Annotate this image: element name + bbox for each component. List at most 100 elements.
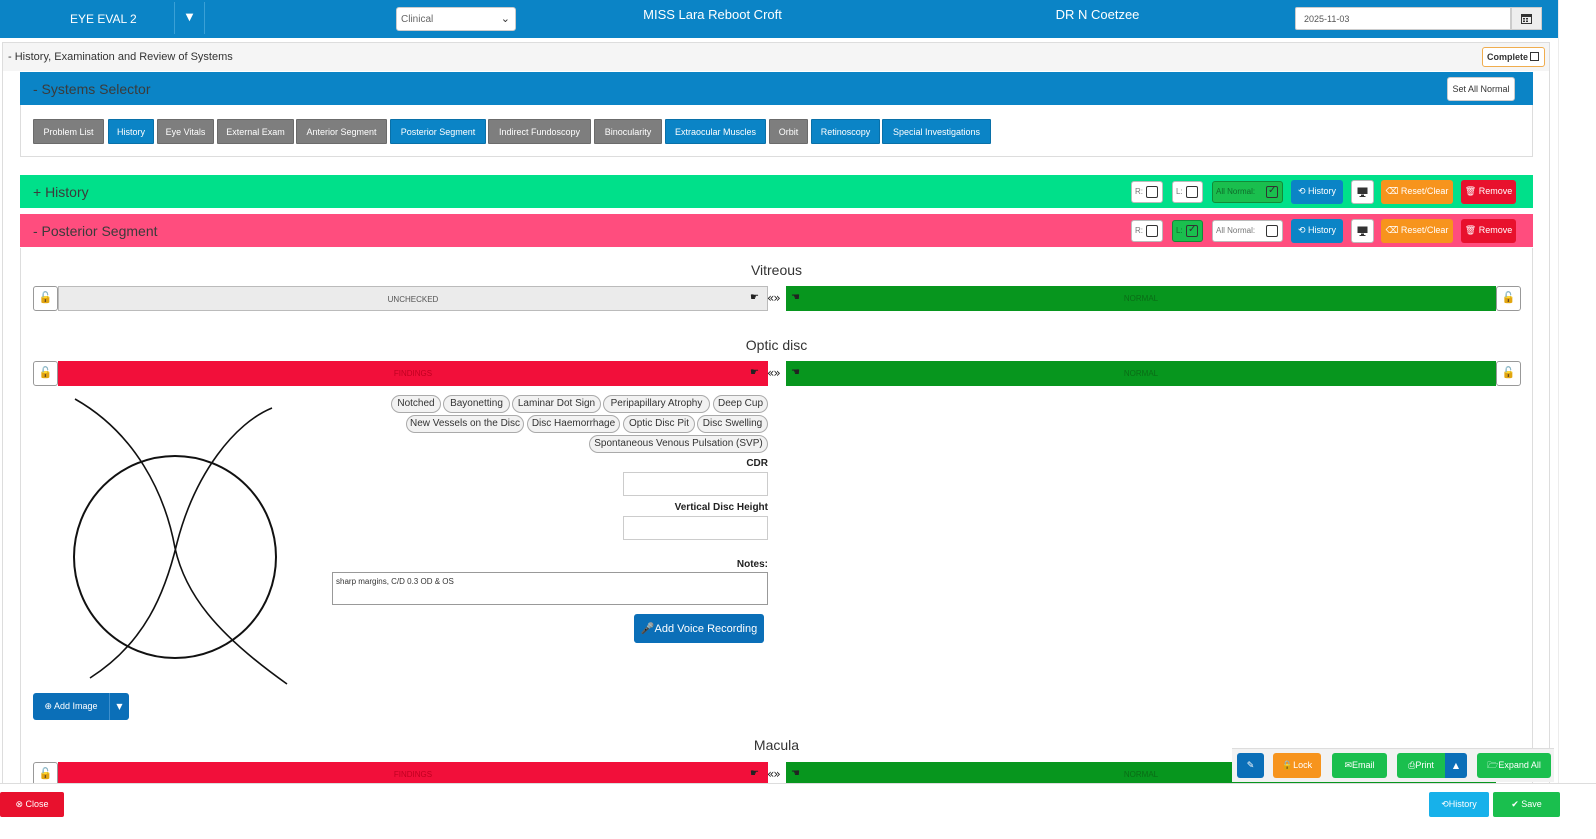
- expand-all-label: Expand All: [1498, 760, 1541, 770]
- save-button[interactable]: ✔ Save: [1493, 792, 1560, 817]
- eval-select[interactable]: EYE EVAL 2 ▼: [0, 2, 205, 34]
- system-button-binocularity[interactable]: Binocularity: [594, 119, 662, 144]
- system-button-external-exam[interactable]: External Exam: [217, 119, 294, 144]
- notes-textarea[interactable]: sharp margins, C/D 0.3 OD & OS: [332, 572, 768, 605]
- chip-optic-disc-pit[interactable]: Optic Disc Pit: [623, 415, 695, 433]
- history-left-toggle[interactable]: L:: [1172, 181, 1203, 203]
- optic-disc-right-status[interactable]: FINDINGS: [58, 361, 768, 386]
- system-button-history[interactable]: History: [108, 119, 154, 144]
- history-left-checkbox[interactable]: [1186, 186, 1198, 198]
- posterior-history-label: History: [1308, 225, 1337, 235]
- optic-disc-right-lock-button[interactable]: 🔓: [33, 361, 58, 386]
- posterior-remove-button[interactable]: 🗑 Remove: [1461, 219, 1516, 243]
- hand-pointer-icon[interactable]: ☚: [791, 768, 800, 779]
- vitreous-left-lock-button[interactable]: 🔓: [1496, 286, 1521, 311]
- date-input[interactable]: 2025-11-03: [1295, 7, 1511, 30]
- hand-pointer-icon[interactable]: ☚: [791, 367, 800, 378]
- posterior-left-checkbox[interactable]: [1186, 224, 1198, 237]
- history-right-checkbox[interactable]: [1146, 186, 1158, 198]
- system-button-posterior-segment[interactable]: Posterior Segment: [390, 119, 486, 144]
- calendar-button[interactable]: [1511, 7, 1542, 30]
- history-section-title[interactable]: + History: [33, 184, 89, 200]
- patient-name: MISS Lara Reboot Croft: [643, 7, 782, 22]
- history-device-button[interactable]: [1351, 180, 1374, 204]
- posterior-right-toggle[interactable]: R:: [1131, 220, 1163, 242]
- cdr-input[interactable]: [623, 472, 768, 496]
- systems-selector-title[interactable]: - Systems Selector: [33, 81, 150, 97]
- footer-history-button[interactable]: ⟲History: [1429, 792, 1489, 817]
- system-button-special-investigations[interactable]: Special Investigations: [882, 119, 991, 144]
- chevron-down-icon: ⌄: [500, 12, 510, 25]
- system-button-indirect-fundoscopy[interactable]: Indirect Fundoscopy: [488, 119, 591, 144]
- posterior-device-button[interactable]: [1351, 219, 1374, 243]
- system-button-retinoscopy[interactable]: Retinoscopy: [811, 119, 880, 144]
- add-image-button[interactable]: ⊕ Add Image: [33, 693, 109, 720]
- complete-toggle[interactable]: Complete: [1482, 47, 1545, 67]
- history-reset-button[interactable]: ⌫ Reset/Clear: [1381, 180, 1453, 204]
- posterior-reset-button[interactable]: ⌫ Reset/Clear: [1381, 219, 1453, 243]
- check-circle-icon: ✔: [1511, 800, 1519, 810]
- chip-bayonetting[interactable]: Bayonetting: [443, 395, 510, 413]
- system-button-anterior-segment[interactable]: Anterior Segment: [296, 119, 387, 144]
- vitreous-right-status[interactable]: UNCHECKED: [58, 286, 768, 311]
- posterior-right-checkbox[interactable]: [1146, 225, 1158, 237]
- chip-laminar-dot-sign[interactable]: Laminar Dot Sign: [512, 395, 601, 413]
- lock-button[interactable]: 🔒Lock: [1273, 753, 1321, 778]
- hand-pointer-icon[interactable]: ☛: [750, 768, 759, 779]
- posterior-all-normal-checkbox[interactable]: [1266, 225, 1278, 237]
- add-voice-recording-label: Add Voice Recording: [654, 623, 758, 635]
- optic-disc-drawing-canvas[interactable]: [55, 393, 295, 688]
- chip-spontaneous-venous-pulsation[interactable]: Spontaneous Venous Pulsation (SVP): [589, 435, 768, 453]
- history-remove-label: Remove: [1478, 186, 1513, 196]
- system-button-orbit[interactable]: Orbit: [769, 119, 808, 144]
- vitreous-right-lock-button[interactable]: 🔓: [33, 286, 58, 311]
- add-image-dropdown-caret[interactable]: ▼: [109, 693, 129, 720]
- hand-pointer-icon[interactable]: ☚: [791, 292, 800, 303]
- notes-label: Notes:: [736, 559, 768, 570]
- chip-disc-swelling[interactable]: Disc Swelling: [697, 415, 768, 433]
- microphone-icon: 🎤: [640, 622, 655, 635]
- edit-button[interactable]: ✎: [1237, 753, 1264, 778]
- system-button-eye-vitals[interactable]: Eye Vitals: [157, 119, 214, 144]
- hand-pointer-icon[interactable]: ☛: [750, 367, 759, 378]
- copy-arrows-icon[interactable]: «»: [767, 366, 781, 380]
- outer-panel-title[interactable]: - History, Examination and Review of Sys…: [8, 51, 233, 63]
- copy-arrows-icon[interactable]: «»: [767, 291, 781, 305]
- history-history-button[interactable]: ⟲ History: [1291, 180, 1343, 204]
- history-all-normal-toggle[interactable]: All Normal:: [1212, 181, 1283, 203]
- optic-disc-left-lock-button[interactable]: 🔓: [1496, 361, 1521, 386]
- chip-disc-haemorrhage[interactable]: Disc Haemorrhage: [527, 415, 620, 433]
- posterior-section-title[interactable]: - Posterior Segment: [33, 223, 158, 239]
- unlock-icon: 🔓: [38, 366, 53, 379]
- system-button-extraocular-muscles[interactable]: Extraocular Muscles: [665, 119, 766, 144]
- posterior-left-toggle[interactable]: L:: [1172, 220, 1203, 242]
- chip-peripapillary-atrophy[interactable]: Peripapillary Atrophy: [603, 395, 710, 413]
- add-voice-recording-button[interactable]: 🎤Add Voice Recording: [634, 614, 764, 643]
- chip-deep-cup[interactable]: Deep Cup: [713, 395, 768, 413]
- chip-new-vessels-on-the-disc[interactable]: New Vessels on the Disc: [406, 415, 524, 433]
- encounter-type-select[interactable]: Clinical ⌄: [396, 7, 516, 31]
- posterior-history-button[interactable]: ⟲ History: [1291, 219, 1343, 243]
- history-remove-button[interactable]: 🗑 Remove: [1461, 180, 1516, 204]
- history-all-normal-checkbox[interactable]: [1266, 185, 1278, 198]
- footer-history-label: History: [1448, 799, 1477, 809]
- email-button[interactable]: ✉Email: [1332, 753, 1387, 778]
- vertical-disc-height-label: Vertical Disc Height: [674, 502, 768, 513]
- optic-disc-left-status[interactable]: NORMAL: [786, 361, 1496, 386]
- hand-pointer-icon[interactable]: ☛: [750, 292, 759, 303]
- chip-notched[interactable]: Notched: [391, 395, 441, 413]
- system-button-problem-list[interactable]: Problem List: [33, 119, 104, 144]
- set-all-normal-button[interactable]: Set All Normal: [1447, 77, 1515, 101]
- vertical-disc-height-input[interactable]: [623, 516, 768, 540]
- caret-down-icon[interactable]: ▼: [174, 2, 204, 34]
- complete-checkbox[interactable]: [1530, 52, 1540, 61]
- expand-all-button[interactable]: 🗁Expand All: [1477, 753, 1551, 778]
- history-right-toggle[interactable]: R:: [1131, 181, 1163, 203]
- close-button[interactable]: ⊗ Close: [0, 792, 64, 817]
- eraser-icon: ⌫: [1385, 187, 1399, 197]
- print-button[interactable]: ⎙Print: [1397, 753, 1445, 778]
- vitreous-left-status[interactable]: NORMAL: [786, 286, 1496, 311]
- print-options-caret[interactable]: ▲: [1445, 753, 1467, 778]
- posterior-all-normal-toggle[interactable]: All Normal:: [1212, 220, 1283, 242]
- copy-arrows-icon[interactable]: «»: [767, 767, 781, 781]
